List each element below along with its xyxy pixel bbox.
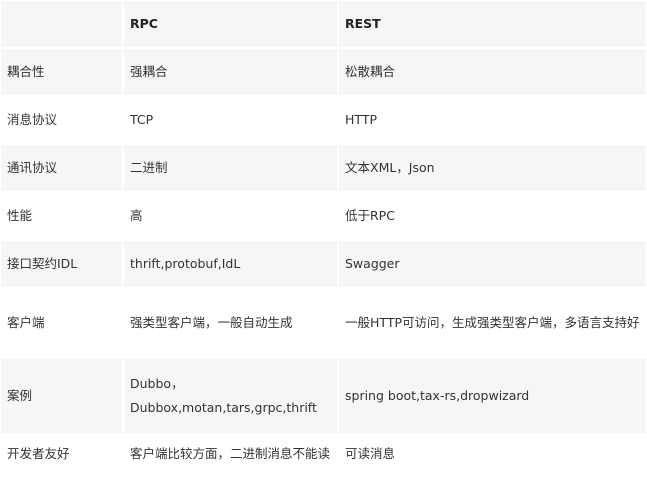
row-label: 客户端 [1,289,122,357]
row-label: 耦合性 [1,49,122,95]
table-row: 开发者友好 客户端比较方面，二进制消息不能读 可读消息 [1,435,646,473]
row-label: 案例 [1,359,122,433]
table-row: 通讯协议 二进制 文本XML，Json [1,145,646,191]
row-label: 开发者友好 [1,435,122,473]
rpc-cell: TCP [124,97,337,143]
rpc-cell: 强类型客户端，一般自动生成 [124,289,337,357]
table-row: 客户端 强类型客户端，一般自动生成 一般HTTP可访问，生成强类型客户端，多语言… [1,289,646,357]
row-label: 性能 [1,193,122,239]
header-cell-empty [1,1,122,47]
rest-cell: 文本XML，Json [339,145,646,191]
table-row: 接口契约IDL thrift,protobuf,IdL Swagger [1,241,646,287]
rest-cell: 可读消息 [339,435,646,473]
rpc-cell: thrift,protobuf,IdL [124,241,337,287]
header-cell-rpc: RPC [124,1,337,47]
rpc-cell: Dubbo，Dubbox,motan,tars,grpc,thrift [124,359,337,433]
header-cell-rest: REST [339,1,646,47]
rpc-cell: 客户端比较方面，二进制消息不能读 [124,435,337,473]
row-label: 通讯协议 [1,145,122,191]
comparison-table: RPC REST 耦合性 强耦合 松散耦合 消息协议 TCP HTTP 通讯协议… [0,0,647,475]
rpc-cell: 强耦合 [124,49,337,95]
rest-cell: spring boot,tax-rs,dropwizard [339,359,646,433]
rest-cell: HTTP [339,97,646,143]
rest-cell: 一般HTTP可访问，生成强类型客户端，多语言支持好 [339,289,646,357]
table-row: 耦合性 强耦合 松散耦合 [1,49,646,95]
table-row: 消息协议 TCP HTTP [1,97,646,143]
row-label: 消息协议 [1,97,122,143]
rest-cell: 低于RPC [339,193,646,239]
rest-cell: Swagger [339,241,646,287]
table-row: 性能 高 低于RPC [1,193,646,239]
row-label: 接口契约IDL [1,241,122,287]
table-header-row: RPC REST [1,1,646,47]
table-row: 案例 Dubbo，Dubbox,motan,tars,grpc,thrift s… [1,359,646,433]
rpc-cell: 二进制 [124,145,337,191]
rest-cell: 松散耦合 [339,49,646,95]
rpc-cell: 高 [124,193,337,239]
